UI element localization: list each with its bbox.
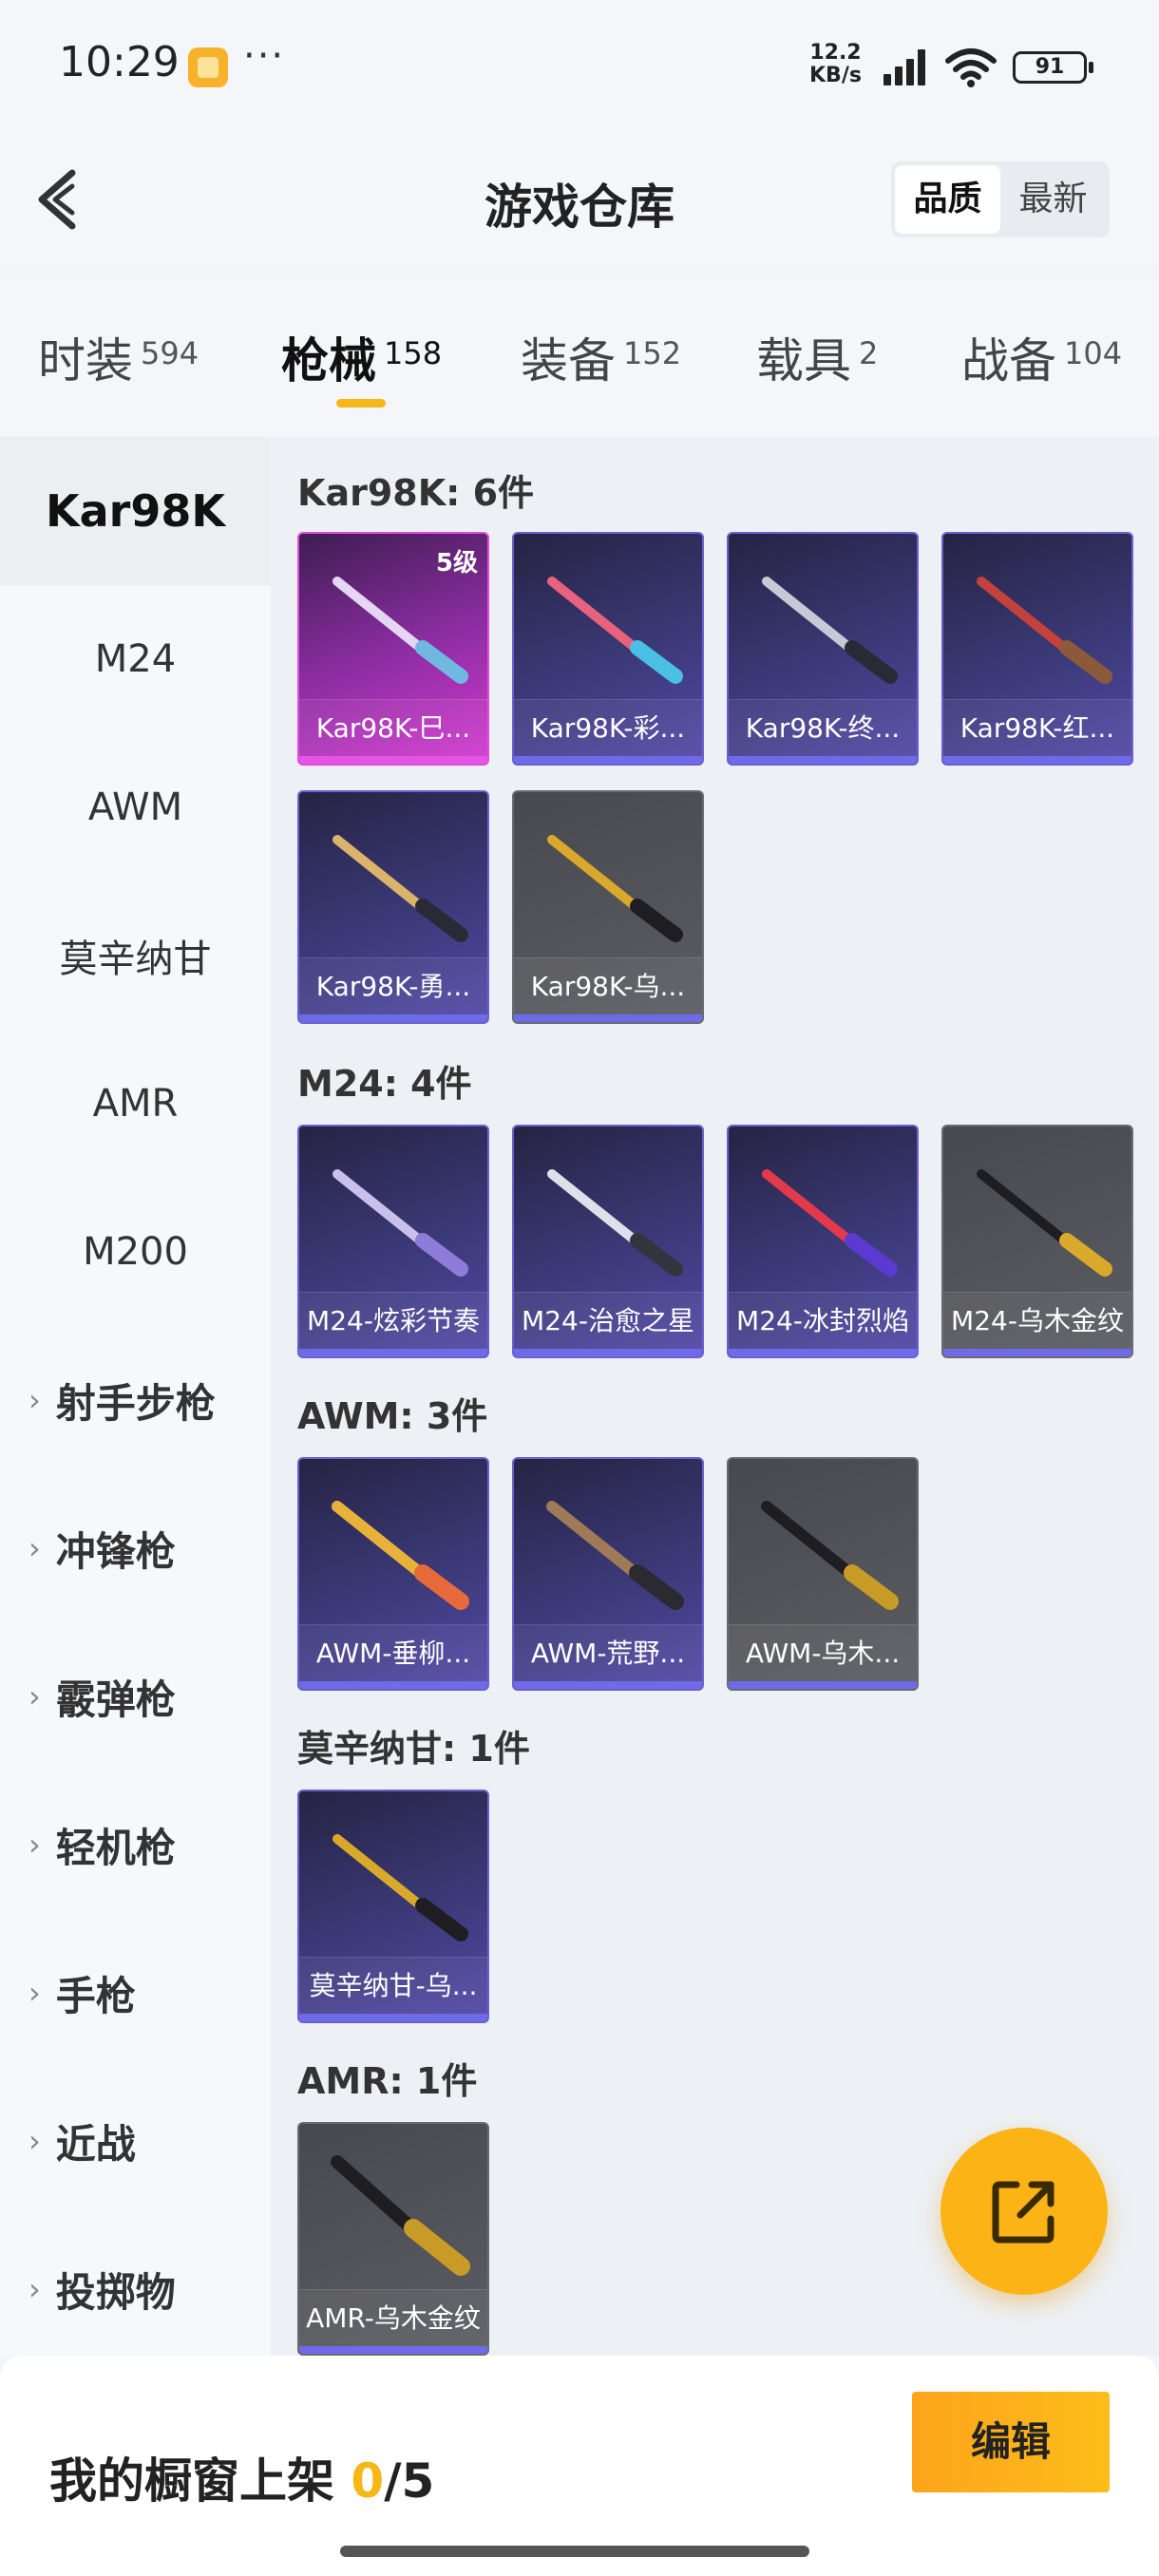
rifle-icon — [332, 1834, 468, 1941]
chevron-right-icon: › — [28, 1975, 41, 2011]
weapon-card-label: Kar98K-勇... — [299, 957, 487, 1014]
category-tabs: 时装 594 枪械 158 装备 152 载具 2 战备 104 — [0, 285, 1159, 437]
weapon-card[interactable]: 5级 Kar98K-巳... — [297, 532, 489, 766]
rifle-icon — [546, 1501, 684, 1610]
rifle-icon — [762, 577, 898, 684]
sidebar-category-pistol[interactable]: › 手枪 — [0, 1919, 271, 2067]
battery-indicator: 91 — [1013, 51, 1093, 84]
weapon-card-label: Kar98K-彩... — [514, 699, 702, 756]
sidebar-category-smg[interactable]: › 冲锋枪 — [0, 1474, 271, 1622]
chevron-right-icon: › — [28, 1678, 41, 1714]
weapon-card[interactable]: Kar98K-乌... — [512, 790, 704, 1024]
cellular-signal-icon — [884, 49, 929, 85]
weapon-card-label: AWM-垂柳... — [299, 1624, 487, 1681]
tab-supplies[interactable]: 战备 104 — [961, 323, 1122, 391]
home-indicator[interactable] — [340, 2546, 809, 2557]
chevron-right-icon: › — [28, 1827, 41, 1863]
notification-app-icon — [188, 47, 228, 87]
tab-fashion[interactable]: 时装 594 — [38, 323, 199, 391]
sort-newest-button[interactable]: 最新 — [1000, 165, 1106, 234]
weapon-card-label: M24-治愈之星 — [514, 1292, 702, 1349]
chevron-right-icon: › — [28, 2271, 41, 2307]
showcase-status: 我的橱窗上架 0/5 — [49, 2453, 435, 2509]
level-badge: 5级 — [435, 549, 478, 578]
weapon-card[interactable]: AMR-乌木金纹 — [297, 2122, 489, 2356]
share-icon — [992, 2181, 1054, 2244]
section-title-m24: M24: 4件 — [297, 1063, 472, 1105]
weapon-card-label: M24-炫彩节奏 — [299, 1292, 487, 1349]
weapon-card[interactable]: AWM-荒野... — [512, 1457, 704, 1691]
sidebar-category-lmg[interactable]: › 轻机枪 — [0, 1771, 271, 1919]
sidebar-category-melee[interactable]: › 近战 — [0, 2067, 271, 2215]
showcase-count: 0 — [351, 2453, 385, 2509]
weapon-card[interactable]: M24-治愈之星 — [512, 1125, 704, 1358]
tab-guns[interactable]: 枪械 158 — [281, 323, 442, 391]
chevron-right-icon: › — [28, 2123, 41, 2159]
network-speed: 12.2 KB/s — [809, 41, 862, 87]
weapon-card-label: M24-乌木金纹 — [943, 1292, 1131, 1349]
weapon-card[interactable]: M24-乌木金纹 — [941, 1125, 1133, 1358]
weapon-card-label: 莫辛纳甘-乌... — [299, 1957, 487, 2014]
sidebar-item-m200[interactable]: M200 — [0, 1178, 271, 1326]
sidebar-category-dmr[interactable]: › 射手步枪 — [0, 1326, 271, 1474]
weapon-list: Kar98K: 6件 5级 Kar98K-巳... Kar98K-彩... Ka… — [271, 437, 1159, 2356]
app-header: 游戏仓库 品质 最新 — [0, 133, 1159, 266]
showcase-bar: 我的橱窗上架 0/5 编辑 — [0, 2356, 1159, 2576]
weapon-card-label: AWM-乌木... — [729, 1624, 917, 1681]
rifle-icon — [547, 577, 683, 684]
weapon-card[interactable]: Kar98K-终... — [727, 532, 919, 766]
rifle-icon — [547, 1169, 683, 1277]
rifle-icon — [331, 2155, 470, 2276]
weapon-sidebar: Kar98K M24 AWM 莫辛纳甘 AMR M200 › 射手步枪 › 冲锋枪 … — [0, 437, 271, 2356]
sidebar-category-throwable[interactable]: › 投掷物 — [0, 2215, 271, 2363]
sidebar-category-shotgun[interactable]: › 霰弹枪 — [0, 1622, 271, 1771]
weapon-card-label: Kar98K-巳... — [299, 699, 487, 756]
rifle-icon — [332, 1169, 468, 1277]
weapon-card[interactable]: AWM-乌木... — [727, 1457, 919, 1691]
section-title-kar98k: Kar98K: 6件 — [297, 472, 535, 514]
weapon-card-label: AWM-荒野... — [514, 1624, 702, 1681]
rifle-icon — [761, 1501, 899, 1610]
sidebar-item-kar98k[interactable]: Kar98K — [0, 437, 271, 585]
tab-equipment[interactable]: 装备 152 — [521, 323, 681, 391]
weapon-card-label: Kar98K-终... — [729, 699, 917, 756]
weapon-card[interactable]: AWM-垂柳... — [297, 1457, 489, 1691]
weapon-card-label: M24-冰封烈焰 — [729, 1292, 917, 1349]
sort-toggle: 品质 最新 — [891, 161, 1110, 237]
weapon-card[interactable]: Kar98K-勇... — [297, 790, 489, 1024]
active-tab-indicator — [336, 399, 386, 407]
tab-vehicles[interactable]: 载具 2 — [756, 323, 878, 391]
rifle-icon — [977, 1169, 1112, 1277]
weapon-card-label: AMR-乌木金纹 — [299, 2289, 487, 2346]
weapon-card[interactable]: M24-炫彩节奏 — [297, 1125, 489, 1358]
section-title-amr: AMR: 1件 — [297, 2060, 478, 2102]
share-button[interactable] — [940, 2128, 1108, 2295]
status-time: 10:29 — [59, 38, 180, 86]
section-title-mosin: 莫辛纳甘: 1件 — [297, 1728, 530, 1770]
weapon-card[interactable]: 莫辛纳甘-乌... — [297, 1790, 489, 2023]
section-title-awm: AWM: 3件 — [297, 1395, 488, 1437]
edit-button[interactable]: 编辑 — [912, 2392, 1110, 2492]
wifi-icon — [945, 48, 997, 87]
sort-quality-button[interactable]: 品质 — [895, 165, 1000, 234]
rifle-icon — [332, 1501, 469, 1610]
chevron-right-icon: › — [28, 1382, 41, 1418]
chevron-right-icon: › — [28, 1530, 41, 1566]
sidebar-item-awm[interactable]: AWM — [0, 733, 271, 881]
sidebar-item-mosin[interactable]: 莫辛纳甘 — [0, 881, 271, 1030]
weapon-card[interactable]: Kar98K-红... — [941, 532, 1133, 766]
weapon-card-label: Kar98K-红... — [943, 699, 1131, 756]
more-notifications-icon: ··· — [243, 34, 286, 78]
weapon-card[interactable]: M24-冰封烈焰 — [727, 1125, 919, 1358]
rifle-icon — [332, 835, 468, 942]
rifle-icon — [547, 835, 683, 942]
rifle-icon — [977, 577, 1112, 684]
sidebar-item-m24[interactable]: M24 — [0, 585, 271, 733]
weapon-card[interactable]: Kar98K-彩... — [512, 532, 704, 766]
rifle-icon — [762, 1169, 898, 1277]
status-bar: 10:29 ··· 12.2 KB/s 91 — [0, 0, 1159, 133]
sidebar-item-amr[interactable]: AMR — [0, 1030, 271, 1178]
weapon-card-label: Kar98K-乌... — [514, 957, 702, 1014]
